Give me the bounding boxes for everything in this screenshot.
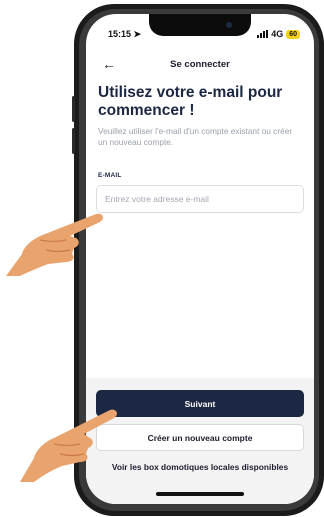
phone-side-button [72,96,75,122]
app-screen: 15:15 ➤ 4G 60 ← Se connecter Utilisez vo… [86,14,314,504]
battery-badge: 60 [286,29,300,39]
phone-notch [149,14,251,36]
signal-bars-icon [257,30,269,38]
page-title: Se connecter [170,59,230,70]
status-time-text: 15:15 [108,29,132,39]
main-heading: Utilisez votre e-mail pour commencer ! [98,84,283,119]
location-arrow-icon: ➤ [133,29,142,39]
camera-icon [226,22,232,28]
phone-side-button [72,128,75,154]
create-account-button[interactable]: Créer un nouveau compte [96,424,304,451]
next-button[interactable]: Suivant [96,390,304,417]
network-type: 4G [271,29,284,39]
status-bar-right: 4G 60 [257,29,300,39]
nav-header: ← Se connecter [86,56,314,76]
home-indicator [156,492,244,496]
status-bar-time: 15:15 ➤ [108,29,141,40]
email-field[interactable] [96,185,304,213]
main-subtitle: Veuillez utiliser l'e-mail d'un compte e… [98,126,293,147]
email-label: E-MAIL [98,172,122,179]
local-boxes-link[interactable]: Voir les box domotiques locales disponib… [86,462,314,472]
